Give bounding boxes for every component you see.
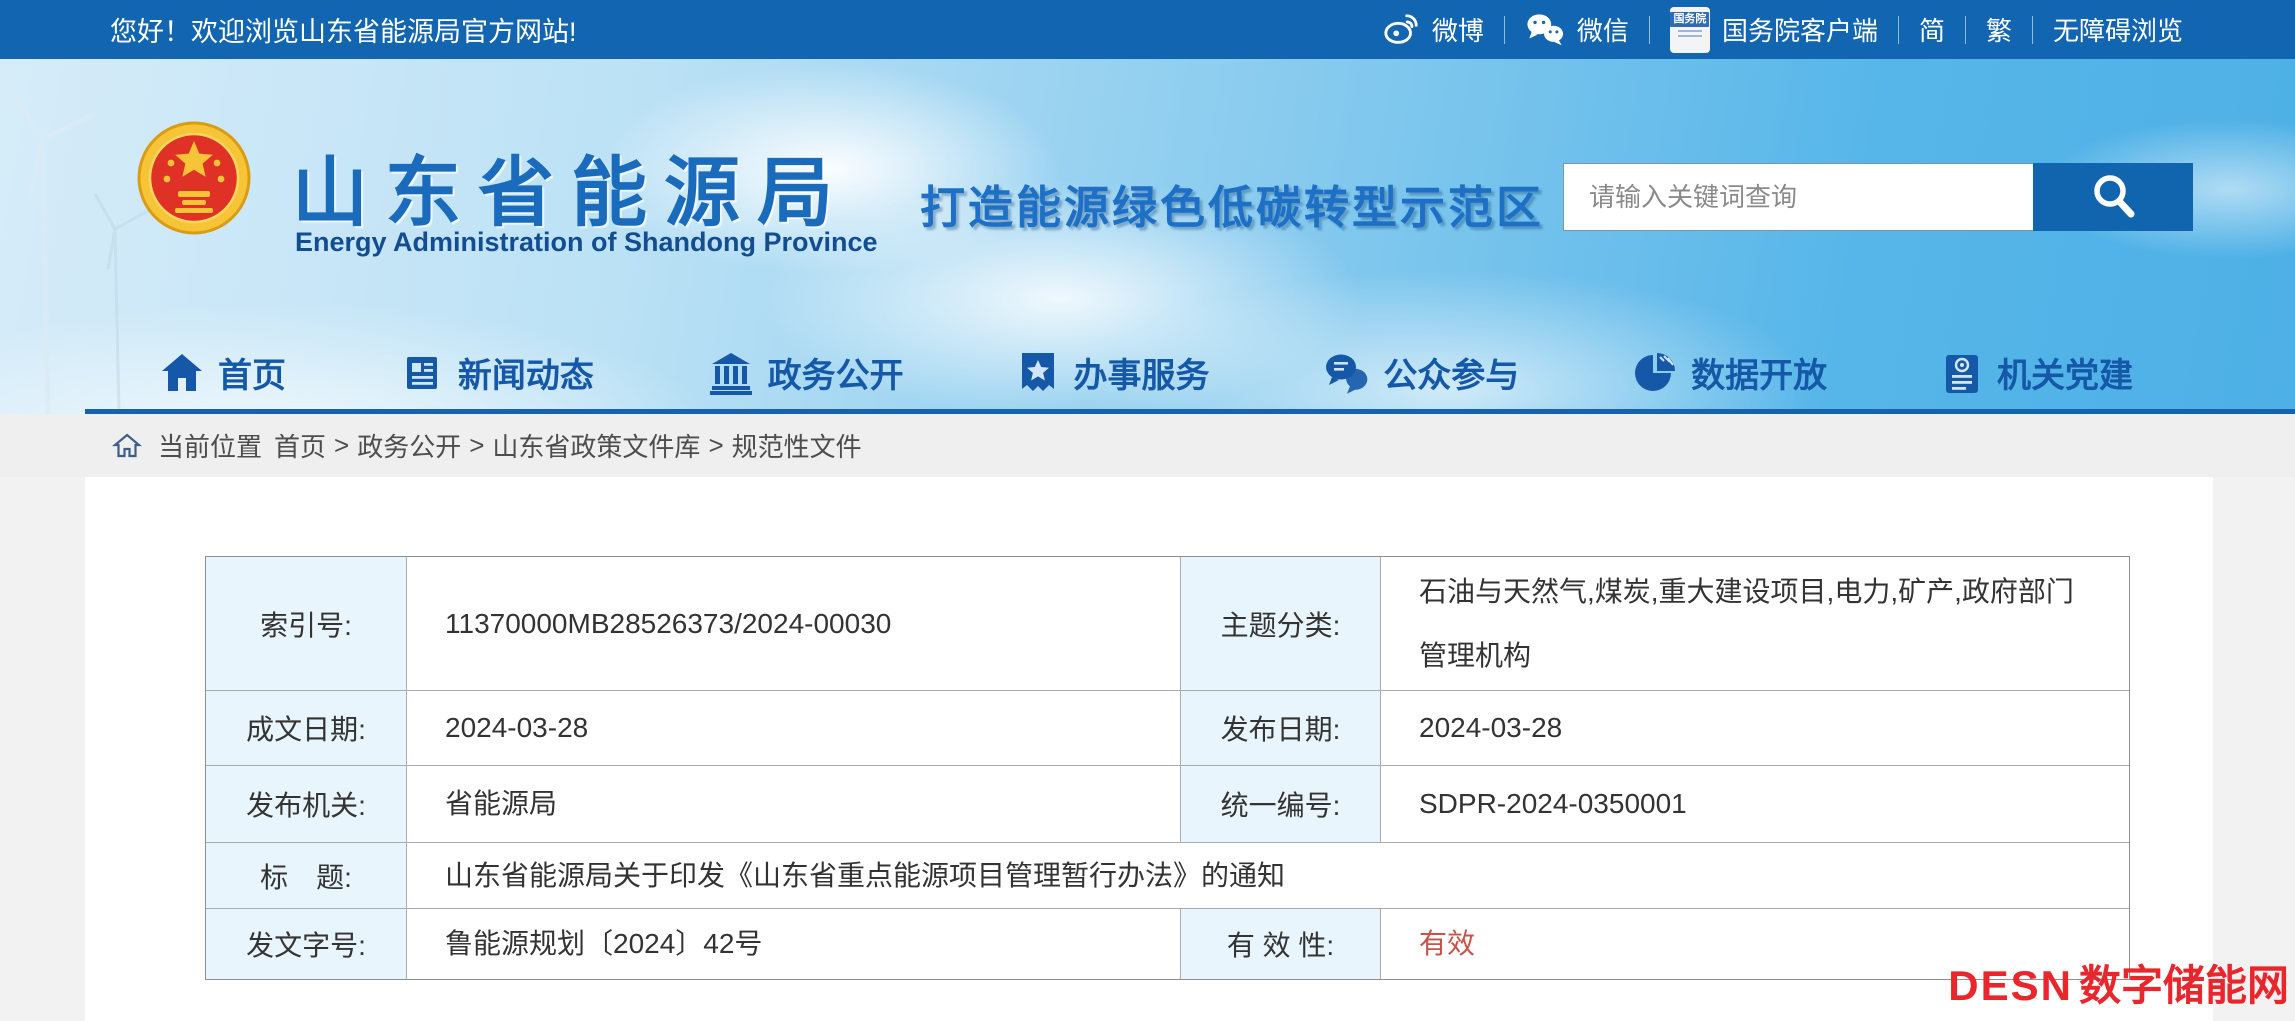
breadcrumb: 当前位置 首页 > 政务公开 > 山东省政策文件库 > 规范性文件 [0, 414, 2295, 477]
accessibility-label: 无障碍浏览 [2053, 11, 2183, 48]
nav-bottom-line [85, 409, 2295, 414]
wechat-link[interactable]: 微信 [1525, 11, 1629, 49]
divider [1965, 16, 1966, 44]
breadcrumb-separator: > [334, 430, 349, 461]
uniform-number-value: SDPR-2024-0350001 [1381, 766, 2129, 843]
site-slogan: 打造能源绿色低碳转型示范区 [920, 171, 1544, 236]
index-number-value: 11370000MB28526373/2024-00030 [407, 557, 1181, 691]
simplified-label: 简 [1919, 11, 1945, 48]
doc-number-value: 鲁能源规划〔2024〕42号 [407, 909, 1181, 979]
divider [2032, 16, 2033, 44]
date-published-value: 2024-03-28 [1381, 691, 2129, 766]
nav-label: 办事服务 [1073, 348, 1209, 397]
divider [1649, 16, 1650, 44]
breadcrumb-item-policy-library[interactable]: 山东省政策文件库 [492, 427, 700, 464]
search-input[interactable] [1563, 163, 2033, 231]
simplified-chinese-toggle[interactable]: 简 [1919, 11, 1945, 48]
content-area: 索引号: 11370000MB28526373/2024-00030 主题分类:… [0, 477, 2295, 1021]
issuer-value: 省能源局 [407, 766, 1181, 843]
nav-item-services[interactable]: 办事服务 [1017, 348, 1209, 397]
date-written-value: 2024-03-28 [407, 691, 1181, 766]
gov-building-icon [708, 351, 754, 395]
doc-title-value: 山东省能源局关于印发《山东省重点能源项目管理暂行办法》的通知 [407, 843, 2129, 909]
nav-label: 政务公开 [768, 348, 904, 397]
breadcrumb-separator: > [708, 430, 723, 461]
nav-label: 首页 [218, 348, 286, 397]
divider [1504, 16, 1505, 44]
top-bar: 您好！欢迎浏览山东省能源局官方网站! 微博 [0, 0, 2295, 59]
wechat-label: 微信 [1577, 11, 1629, 48]
decoration [1678, 35, 1702, 37]
party-doc-icon [1941, 351, 1983, 395]
nav-label: 机关党建 [1997, 348, 2133, 397]
welcome-text: 您好！欢迎浏览山东省能源局官方网站! [110, 10, 577, 49]
site-header: 山东省能源局 Energy Administration of Shandong… [0, 59, 2295, 414]
main-nav: 首页 新闻动态 [0, 336, 2295, 409]
doc-title-label: 标 题: [206, 843, 407, 909]
wechat-icon [1525, 11, 1565, 49]
site-subtitle-english: Energy Administration of Shandong Provin… [295, 227, 878, 258]
accessibility-link[interactable]: 无障碍浏览 [2053, 11, 2183, 48]
gov-client-icon-text: 国务院 [1670, 12, 1709, 27]
weibo-link[interactable]: 微博 [1382, 11, 1484, 49]
gov-client-link[interactable]: 国务院 国务院客户端 [1670, 7, 1878, 53]
nav-item-participation[interactable]: 公众参与 [1323, 348, 1519, 397]
gov-client-label: 国务院客户端 [1722, 11, 1878, 48]
index-number-label: 索引号: [206, 557, 407, 691]
breadcrumb-item-normative-docs[interactable]: 规范性文件 [732, 427, 862, 464]
search-button[interactable] [2033, 163, 2193, 231]
doc-number-label: 发文字号: [206, 909, 407, 979]
breadcrumb-home-icon [112, 431, 142, 461]
breadcrumb-item-gov-affairs[interactable]: 政务公开 [357, 427, 461, 464]
weibo-label: 微博 [1432, 11, 1484, 48]
site-title: 山东省能源局 [292, 131, 850, 241]
nav-item-news[interactable]: 新闻动态 [400, 348, 594, 397]
divider [1898, 16, 1899, 44]
traditional-chinese-toggle[interactable]: 繁 [1986, 11, 2012, 48]
watermark-chinese: 数字储能网 [2079, 962, 2289, 1009]
decoration [1678, 30, 1702, 32]
search-icon [2089, 172, 2137, 223]
nav-item-party-building[interactable]: 机关党建 [1941, 348, 2133, 397]
national-emblem [137, 121, 251, 240]
content-card: 索引号: 11370000MB28526373/2024-00030 主题分类:… [85, 477, 2213, 1021]
nav-label: 公众参与 [1383, 348, 1519, 397]
nav-item-gov-affairs[interactable]: 政务公开 [708, 348, 904, 397]
issuer-label: 发布机关: [206, 766, 407, 843]
news-icon [400, 351, 444, 395]
desn-watermark: DESN数字储能网 [1948, 952, 2289, 1013]
watermark-latin: DESN [1948, 962, 2073, 1009]
breadcrumb-item-home[interactable]: 首页 [274, 427, 326, 464]
badge-icon [1017, 351, 1059, 395]
breadcrumb-separator: > [469, 430, 484, 461]
topic-category-value: 石油与天然气,煤炭,重大建设项目,电力,矿产,政府部门管理机构 [1381, 557, 2129, 691]
nav-item-home[interactable]: 首页 [160, 348, 286, 397]
chat-icon [1323, 351, 1369, 395]
home-icon [160, 351, 204, 395]
top-bar-links: 微博 微信 国务院 [1382, 7, 2183, 53]
nav-label: 新闻动态 [458, 348, 594, 397]
traditional-label: 繁 [1986, 11, 2012, 48]
topic-category-label: 主题分类: [1181, 557, 1381, 691]
date-published-label: 发布日期: [1181, 691, 1381, 766]
nav-label: 数据开放 [1691, 348, 1827, 397]
uniform-number-label: 统一编号: [1181, 766, 1381, 843]
breadcrumb-prefix: 当前位置 [158, 427, 262, 464]
validity-label: 有 效 性: [1181, 909, 1381, 979]
pie-chart-icon [1633, 351, 1677, 395]
date-written-label: 成文日期: [206, 691, 407, 766]
nav-item-open-data[interactable]: 数据开放 [1633, 348, 1827, 397]
weibo-icon [1382, 11, 1420, 49]
gov-client-icon: 国务院 [1670, 7, 1710, 53]
document-metadata-table: 索引号: 11370000MB28526373/2024-00030 主题分类:… [205, 556, 2130, 980]
search-box [1563, 163, 2193, 231]
